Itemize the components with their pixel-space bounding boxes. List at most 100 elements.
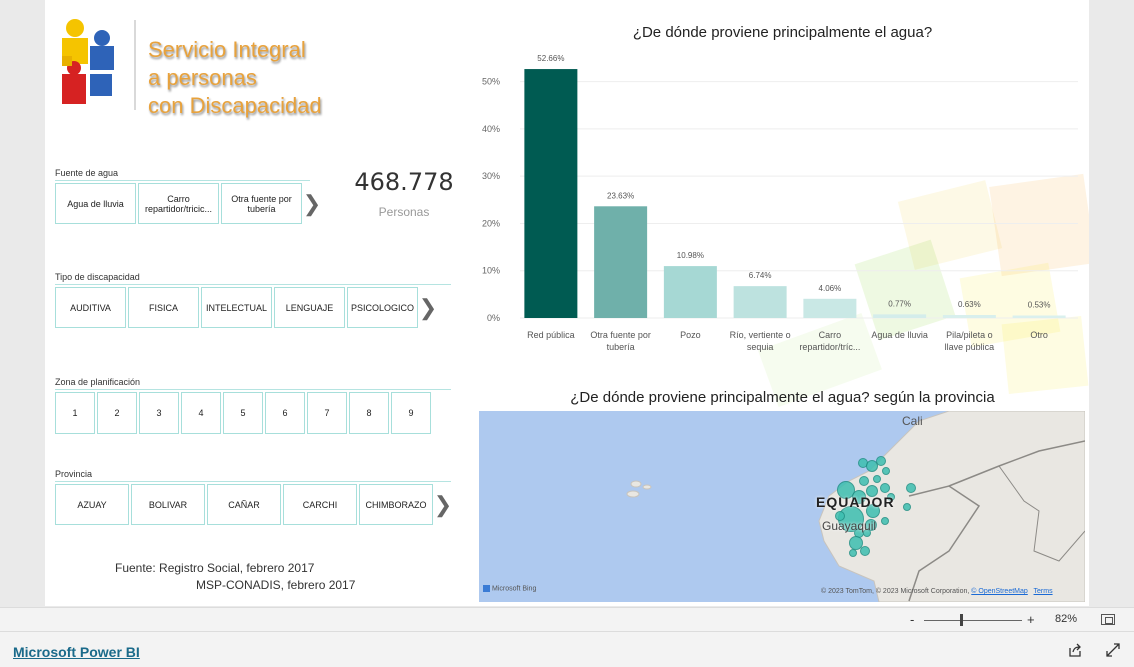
slicer-chip-zona-8[interactable]: 8 [349,392,389,434]
bar[interactable] [942,315,996,318]
zoom-in-button[interactable]: + [1027,612,1035,627]
bar[interactable] [873,314,927,318]
bar[interactable] [524,69,578,318]
map-bubble[interactable] [882,467,890,475]
y-tick-label: 50% [482,77,500,87]
x-tick-label: tubería [607,342,635,352]
x-tick-label: Otra fuente por [590,330,651,340]
slicer-chip-azuay[interactable]: AZUAY [55,484,129,525]
x-tick-label: llave pública [945,342,995,352]
chevron-right-icon[interactable]: ❯ [434,484,452,525]
kpi-label: Personas [378,205,430,219]
data-label: 6.74% [749,271,772,280]
slicer-chip-zona-7[interactable]: 7 [307,392,347,434]
slicer-chip-carro-repartidor[interactable]: Carro repartidor/tricic... [138,183,219,224]
slicer-title: Fuente de agua [55,168,119,178]
slicer-chip-canar[interactable]: CAÑAR [207,484,281,525]
slicer-chip-zona-6[interactable]: 6 [265,392,305,434]
data-label: 52.66% [537,54,564,63]
x-tick-label: Red pública [527,330,575,340]
slicer-chip-auditiva[interactable]: AUDITIVA [55,287,126,328]
map-bubble[interactable] [880,483,890,493]
map-bubble[interactable] [881,517,889,525]
organization-logo: Servicio Integral a personas con Discapaci… [60,16,360,118]
fit-to-page-icon[interactable] [1101,614,1115,625]
slicer-chip-otra-fuente[interactable]: Otra fuente por tubería [221,183,302,224]
status-bar: - + 82% [0,607,1134,631]
bubble-map[interactable]: Cali EQUADOR Guayaquil Microsoft Bing © … [479,411,1085,602]
slicer-chip-carchi[interactable]: CARCHI [283,484,357,525]
kpi-value: 468.778 [354,168,454,196]
slicer-title: Tipo de discapacidad [55,272,140,282]
chevron-right-icon[interactable]: ❯ [419,287,437,328]
x-tick-label: Otro [1030,330,1048,340]
zoom-slider[interactable] [924,620,1022,621]
slicer-chip-bolivar[interactable]: BOLIVAR [131,484,205,525]
map-city-label: Guayaquil [822,519,877,533]
map-bubble[interactable] [876,456,886,466]
map-bubble[interactable] [860,546,870,556]
y-tick-label: 10% [482,266,500,276]
slicer-title: Provincia [55,469,93,479]
slicer-divider [55,180,310,181]
slicer-chip-zona-3[interactable]: 3 [139,392,179,434]
slicer-chip-agua-de-lluvia[interactable]: Agua de lluvia [55,183,136,224]
bar-chart: 0% 10% 20% 30% 40% 50% 52.66% Red pública 23.63%… [482,54,1078,352]
y-tick-label: 20% [482,218,500,228]
zoom-out-button[interactable]: - [910,612,914,627]
bar[interactable] [1012,315,1066,318]
x-tick-label: repartidor/tríc... [799,342,860,352]
share-icon[interactable] [1068,643,1082,657]
puzzle-people-icon [62,19,114,104]
footer: Microsoft Power BI [0,631,1134,667]
data-label: 4.06% [819,284,842,293]
map-bubble[interactable] [906,483,916,493]
slicer-title: Zona de planificación [55,377,141,387]
slicer-chip-intelectual[interactable]: INTELECTUAL [201,287,272,328]
slicer-chip-zona-4[interactable]: 4 [181,392,221,434]
slicer-zona-planificacion: Zona de planificación 1 2 3 4 5 6 7 8 9 [55,377,451,434]
chevron-right-icon[interactable]: ❯ [303,183,321,224]
logo-divider [134,20,136,110]
slicer-chip-zona-2[interactable]: 2 [97,392,137,434]
report-canvas: Servicio Integral a personas con Discapaci… [45,0,1089,606]
slicer-chip-zona-5[interactable]: 5 [223,392,263,434]
data-label: 0.53% [1028,300,1051,309]
x-tick-label: sequia [747,342,774,352]
logo-text: Servicio Integral a personas con Discapaci… [148,37,322,118]
slicer-chip-psicologico[interactable]: PSICOLOGICO [347,287,418,328]
zoom-slider-thumb[interactable] [960,614,963,626]
map-bubble[interactable] [873,475,881,483]
x-tick-label: Agua de lluvia [871,330,928,340]
slicer-chip-chimborazo[interactable]: CHIMBORAZO [359,484,433,525]
x-tick-label: Pozo [680,330,701,340]
slicer-provincia: Provincia AZUAY BOLIVAR CAÑAR CARCHI CHI… [55,469,452,525]
bing-logo: Microsoft Bing [483,585,536,592]
bar[interactable] [803,298,857,318]
map-attribution: © 2023 TomTom, © 2023 Microsoft Corporat… [821,588,1053,595]
bar[interactable] [594,206,648,318]
map-bubble[interactable] [849,549,857,557]
map-bubble[interactable] [859,476,869,486]
y-tick-label: 40% [482,124,500,134]
y-tick-label: 30% [482,171,500,181]
data-source-note: Fuente: Registro Social, febrero 2017 MS… [115,561,356,592]
slicer-fuente-de-agua: Fuente de agua Agua de lluvia Carro repa… [55,168,321,224]
data-label: 10.98% [677,251,704,260]
bar[interactable] [663,266,717,318]
slicer-chip-zona-1[interactable]: 1 [55,392,95,434]
zoom-level: 82% [1055,613,1078,625]
bar[interactable] [733,286,787,318]
slicer-chip-zona-9[interactable]: 9 [391,392,431,434]
data-label: 0.77% [888,299,911,308]
map-country-label: EQUADOR [816,494,895,510]
map-land [626,411,1085,602]
data-label: 23.63% [607,191,634,200]
expand-icon[interactable] [1106,643,1120,657]
chart-title: ¿De dónde proviene principalmente el agu… [632,24,933,41]
slicer-chip-fisica[interactable]: FISICA [128,287,199,328]
slicer-divider [55,481,451,482]
power-bi-link[interactable]: Microsoft Power BI [13,644,140,660]
map-bubble[interactable] [903,503,911,511]
slicer-chip-lenguaje[interactable]: LENGUAJE [274,287,345,328]
